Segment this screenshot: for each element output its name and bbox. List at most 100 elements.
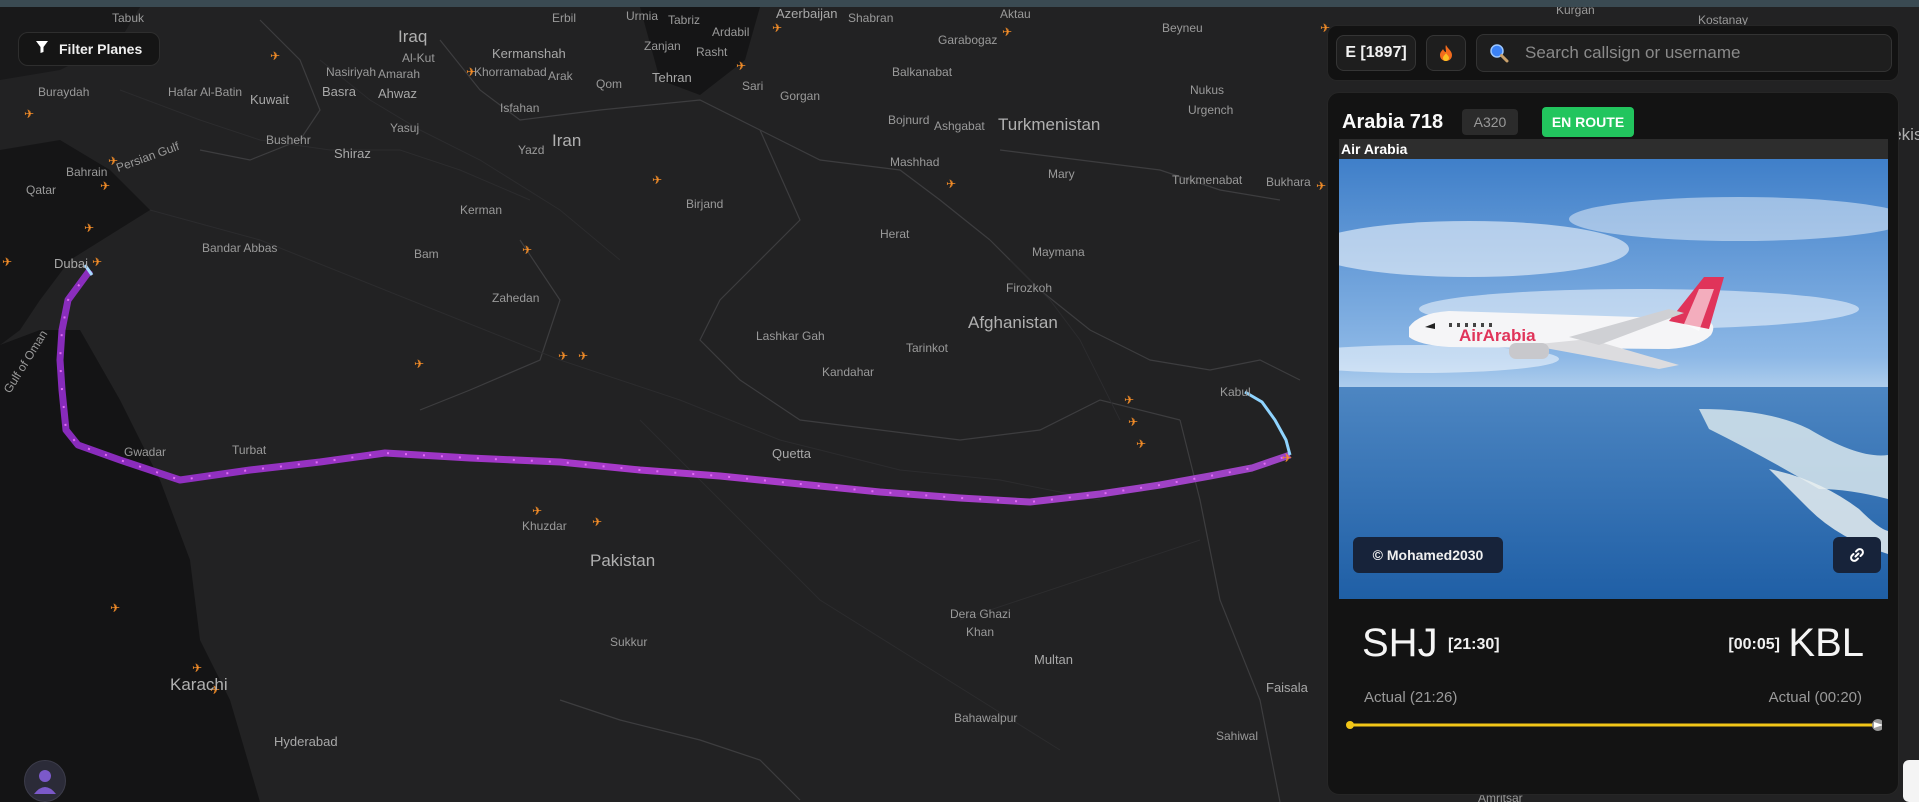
search-icon (1490, 44, 1509, 63)
map-label: Shabran (848, 11, 893, 25)
photo-link-button[interactable] (1833, 537, 1881, 573)
svg-text:✈: ✈ (270, 49, 280, 63)
map-label: Iraq (398, 27, 427, 46)
map-label: Qom (596, 77, 622, 91)
map-label: Rasht (696, 45, 728, 59)
map-label: Tehran (652, 70, 692, 85)
map-label: Khan (966, 625, 994, 639)
map-label: Quetta (772, 446, 812, 461)
map-label: Kermanshah (492, 46, 566, 61)
map-label: Gwadar (124, 445, 166, 459)
map-label: Mary (1048, 167, 1075, 181)
flight-info-panel: Arabia 718 A320 EN ROUTE Air Arabia AirA… (1327, 92, 1899, 795)
svg-text:✈: ✈ (946, 177, 956, 191)
flight-callsign: Arabia 718 (1342, 111, 1444, 133)
map-label: Dera Ghazi (950, 607, 1011, 621)
filter-planes-button[interactable]: Filter Planes (18, 32, 160, 66)
map-label: Sahiwal (1216, 729, 1258, 743)
corner-panel-toggle[interactable] (1903, 760, 1919, 802)
map-label: Bahawalpur (954, 711, 1017, 725)
server-selector-button[interactable]: E [1897] (1336, 35, 1416, 71)
map-label: Kurgan (1556, 7, 1595, 17)
map-label: Dubai (54, 256, 88, 271)
map-label: Ahwaz (378, 86, 417, 101)
user-icon (34, 770, 56, 794)
map-label: Qatar (26, 183, 56, 197)
map-label: Yasuj (390, 121, 419, 135)
map-label: Iran (552, 131, 581, 150)
map-label: Urgench (1188, 103, 1233, 117)
map-label: Kuwait (250, 92, 289, 107)
map-label: Khuzdar (522, 519, 567, 533)
map-label: Faisala (1266, 680, 1309, 695)
departure-scheduled-time: [21:30] (1448, 636, 1500, 653)
svg-text:✈: ✈ (24, 107, 34, 121)
photo-credit-button[interactable]: © Mohamed2030 (1353, 537, 1503, 573)
map-label: Ashgabat (934, 119, 985, 133)
map-label: Bandar Abbas (202, 241, 277, 255)
heatmap-toggle-button[interactable] (1426, 35, 1466, 71)
map-label: Gorgan (780, 89, 820, 103)
map-label: Bukhara (1266, 175, 1311, 189)
map-label: Tabriz (668, 13, 700, 27)
svg-text:✈: ✈ (1124, 393, 1134, 407)
svg-text:✈: ✈ (532, 504, 542, 518)
map-label: Turbat (232, 443, 267, 457)
svg-text:✈: ✈ (1282, 451, 1292, 465)
map-label: Tarinkot (906, 341, 949, 355)
svg-text:✈: ✈ (1128, 415, 1138, 429)
map-label: Mashhad (890, 155, 939, 169)
aircraft-photo-card: Air Arabia AirArabia © Mohamed2030 (1339, 139, 1888, 599)
map-label: Turkmenistan (998, 115, 1100, 134)
arrival-airport-code[interactable]: KBL (1788, 621, 1864, 666)
svg-text:✈: ✈ (110, 601, 120, 615)
map-label: Nukus (1190, 83, 1224, 97)
svg-text:✈: ✈ (414, 357, 424, 371)
map-label: Herat (880, 227, 910, 241)
map-label: Beyneu (1162, 21, 1203, 35)
arrival-actual-time: Actual (00:20) (1768, 689, 1862, 706)
map-label: Buraydah (38, 85, 89, 99)
map-label: Urmia (626, 9, 658, 23)
svg-text:✈: ✈ (736, 59, 746, 73)
map-label: Multan (1034, 652, 1073, 667)
map-label: Bojnurd (888, 113, 929, 127)
window-top-strip (0, 0, 1919, 7)
flight-status-badge: EN ROUTE (1542, 107, 1634, 137)
svg-text:✈: ✈ (1136, 437, 1146, 451)
map-label: Bushehr (266, 133, 311, 147)
flight-progress-bar (1346, 719, 1882, 731)
map-label: Balkanabat (892, 65, 953, 79)
map-label: Firozkoh (1006, 281, 1052, 295)
map-label: Hafar Al-Batin (168, 85, 242, 99)
svg-text:✈: ✈ (558, 349, 568, 363)
map-label: Kabul (1220, 385, 1251, 399)
svg-text:✈: ✈ (1002, 25, 1012, 39)
user-avatar-button[interactable] (24, 760, 66, 802)
map-label: Azerbaijan (776, 7, 837, 21)
filter-planes-label: Filter Planes (59, 41, 143, 57)
fire-icon (1440, 45, 1452, 61)
svg-text:✈: ✈ (192, 661, 202, 675)
svg-text:✈: ✈ (84, 221, 94, 235)
map-label: Nasiriyah (326, 65, 376, 79)
map-label: Sukkur (610, 635, 647, 649)
airline-name: Air Arabia (1341, 141, 1408, 157)
filter-icon (35, 40, 49, 59)
map-label: Basra (322, 84, 357, 99)
map-label: Garabogaz (938, 33, 997, 47)
search-box[interactable] (1476, 34, 1892, 72)
photo-credit-label: © Mohamed2030 (1372, 547, 1484, 563)
svg-text:✈: ✈ (1316, 179, 1326, 193)
map-label: Bahrain (66, 165, 107, 179)
map-label: Karachi (170, 675, 228, 694)
map-label: Erbil (552, 11, 576, 25)
map-label: Zanjan (644, 39, 681, 53)
map-label: Sari (742, 79, 763, 93)
arrival-scheduled-time: [00:05] (1728, 636, 1780, 653)
search-input[interactable] (1523, 42, 1867, 64)
svg-text:✈: ✈ (100, 179, 110, 193)
departure-airport-code[interactable]: SHJ (1362, 621, 1438, 666)
map-label: Kerman (460, 203, 502, 217)
map-label: Turkmenabat (1172, 173, 1243, 187)
